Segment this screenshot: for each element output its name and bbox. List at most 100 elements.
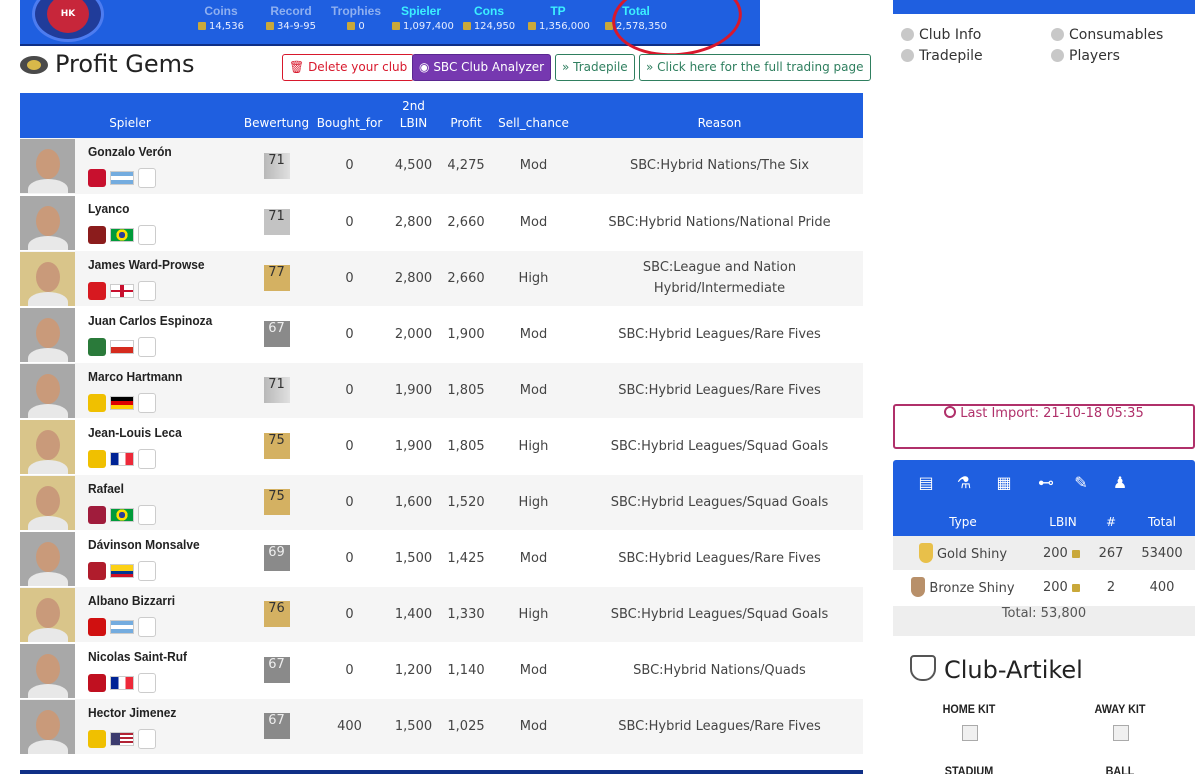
- nation-flag-icon: [110, 171, 134, 185]
- table-row[interactable]: Marco Hartmann 71 0 1,900 1,805 Mod SBC:Hybrid…: [20, 362, 863, 419]
- rating-badge: 71: [263, 152, 290, 179]
- profit-cell: 1,520: [441, 474, 491, 531]
- sell-chance-cell: High: [491, 250, 576, 307]
- header-profit[interactable]: Profit: [441, 93, 491, 138]
- sidebar-top-bar: [893, 0, 1195, 14]
- lbin-cell: 1,400: [386, 586, 441, 643]
- header-sell[interactable]: Sell_chance: [491, 93, 576, 138]
- player-avatar: [20, 475, 75, 530]
- pill-icon[interactable]: ✎: [1072, 474, 1090, 492]
- nation-flag-icon: [110, 563, 134, 578]
- header-bought[interactable]: Bought_for: [313, 93, 386, 138]
- shiny-card-icon: [918, 543, 933, 563]
- player-avatar: [20, 643, 75, 698]
- trophy-icon: [347, 22, 356, 30]
- flask-icon[interactable]: ⚗: [955, 474, 973, 492]
- pawn-icon[interactable]: ♟: [1111, 474, 1129, 492]
- club-logo[interactable]: HK: [32, 0, 104, 42]
- reason-cell: SBC:Hybrid Nations/The Six: [576, 138, 863, 195]
- side-header-lbin: LBIN: [1033, 508, 1093, 536]
- player-cell[interactable]: Marco Hartmann: [20, 362, 240, 419]
- bought-cell: 0: [313, 250, 386, 307]
- player-badges: [88, 280, 156, 301]
- delete-club-button[interactable]: 🗑 Delete your club: [282, 54, 415, 81]
- player-name[interactable]: James Ward-Prowse: [88, 257, 205, 272]
- player-name[interactable]: Nicolas Saint-Ruf: [88, 649, 187, 664]
- nation-flag-icon: [110, 283, 134, 298]
- consumable-type: Bronze Shiny: [893, 570, 1033, 604]
- cat-tradepile[interactable]: Tradepile: [901, 48, 983, 64]
- player-name[interactable]: Albano Bizzarri: [88, 593, 175, 608]
- player-name[interactable]: Lyanco: [88, 201, 129, 216]
- player-badges: [88, 392, 156, 413]
- lbin-cell: 1,200: [386, 642, 441, 699]
- document-icon[interactable]: ▤: [917, 474, 935, 492]
- sell-chance-cell: Mod: [491, 642, 576, 699]
- cat-players[interactable]: Players: [1051, 48, 1120, 64]
- rating-badge: 71: [263, 377, 290, 403]
- table-row[interactable]: Jean-Louis Leca 75 0 1,900 1,805 High SBC:Hybr…: [20, 418, 863, 475]
- table-row[interactable]: Gonzalo Verón 71 0 4,500 4,275 Mod SBC:Hybrid …: [20, 138, 863, 195]
- table-row[interactable]: Nicolas Saint-Ruf 67 0 1,200 1,140 Mod SBC:Hyb…: [20, 642, 863, 699]
- player-name[interactable]: Dávinson Monsalve: [88, 537, 200, 552]
- cat-consumables[interactable]: Consumables: [1051, 27, 1163, 43]
- header-player[interactable]: Spieler: [20, 93, 240, 138]
- player-cell[interactable]: Gonzalo Verón: [20, 138, 240, 195]
- player-cell[interactable]: Juan Carlos Espinoza: [20, 306, 240, 363]
- coin-icon: [1071, 583, 1080, 592]
- player-cell[interactable]: James Ward-Prowse: [20, 250, 240, 307]
- reason-cell: SBC:Hybrid Leagues/Rare Fives: [576, 362, 863, 419]
- header-reason[interactable]: Reason: [576, 93, 863, 138]
- player-name[interactable]: Juan Carlos Espinoza: [88, 313, 212, 328]
- player-name[interactable]: Gonzalo Verón: [88, 144, 172, 159]
- coin-icon: [392, 22, 400, 30]
- player-cell[interactable]: Hector Jimenez: [20, 698, 240, 755]
- player-avatar: [20, 139, 75, 193]
- pitch-icon[interactable]: ▦: [991, 474, 1017, 492]
- player-cell[interactable]: Jean-Louis Leca: [20, 418, 240, 475]
- club-badge-icon: [88, 505, 106, 524]
- nation-flag-icon: [110, 731, 134, 746]
- club-badge-icon: [88, 393, 106, 412]
- rating-badge: 76: [263, 601, 290, 627]
- table-row[interactable]: James Ward-Prowse 77 0 2,800 2,660 High SBC:Le…: [20, 250, 863, 307]
- table-row[interactable]: Juan Carlos Espinoza 67 0 2,000 1,900 Mod SBC:…: [20, 306, 863, 363]
- league-badge-icon: [138, 560, 156, 581]
- dumbbell-icon[interactable]: ⊷: [1033, 474, 1059, 492]
- player-cell[interactable]: Lyanco: [20, 194, 240, 251]
- reason-cell: SBC:League and Nation Hybrid/Intermediat…: [576, 250, 863, 307]
- club-badge-icon: [88, 673, 106, 692]
- league-badge-icon: [138, 168, 156, 188]
- sbc-analyzer-button[interactable]: ◉ SBC Club Analyzer: [412, 54, 552, 81]
- table-row[interactable]: Dávinson Monsalve 69 0 1,500 1,425 Mod SBC:Hyb…: [20, 530, 863, 587]
- player-name[interactable]: Rafael: [88, 481, 124, 496]
- bought-cell: 0: [313, 474, 386, 531]
- table-row[interactable]: Lyanco 71 0 2,800 2,660 Mod SBC:Hybrid Nations…: [20, 194, 863, 251]
- coin-icon: [605, 22, 614, 30]
- header-rating[interactable]: Bewertung: [240, 93, 313, 138]
- player-badges: [88, 168, 156, 188]
- cat-club-info[interactable]: Club Info: [901, 27, 981, 43]
- player-name[interactable]: Hector Jimenez: [88, 705, 176, 720]
- player-name[interactable]: Jean-Louis Leca: [88, 425, 182, 440]
- player-name[interactable]: Marco Hartmann: [88, 369, 182, 384]
- consumable-lbin: 200: [1033, 536, 1093, 570]
- rating-cell: 75: [240, 474, 313, 531]
- page-title: Profit Gems: [55, 50, 195, 78]
- table-row[interactable]: Rafael 75 0 1,600 1,520 High SBC:Hybrid League…: [20, 474, 863, 531]
- stat-trophies: Trophies 0: [330, 4, 382, 32]
- rating-cell: 71: [240, 194, 313, 251]
- table-row[interactable]: Albano Bizzarri 76 0 1,400 1,330 High SBC:Hybr…: [20, 586, 863, 643]
- full-trading-button[interactable]: » Click here for the full trading page: [639, 54, 871, 81]
- player-cell[interactable]: Nicolas Saint-Ruf: [20, 642, 240, 699]
- tradepile-button[interactable]: » Tradepile: [555, 54, 635, 81]
- table-row[interactable]: Hector Jimenez 67 400 1,500 1,025 Mod SBC:Hybr…: [20, 698, 863, 755]
- rating-badge: 67: [263, 713, 290, 739]
- profit-cell: 1,425: [441, 530, 491, 587]
- player-cell[interactable]: Rafael: [20, 474, 240, 531]
- sell-chance-cell: Mod: [491, 306, 576, 363]
- player-cell[interactable]: Dávinson Monsalve: [20, 530, 240, 587]
- player-cell[interactable]: Albano Bizzarri: [20, 586, 240, 643]
- bought-cell: 0: [313, 362, 386, 419]
- header-lbin[interactable]: 2nd LBIN: [386, 93, 441, 138]
